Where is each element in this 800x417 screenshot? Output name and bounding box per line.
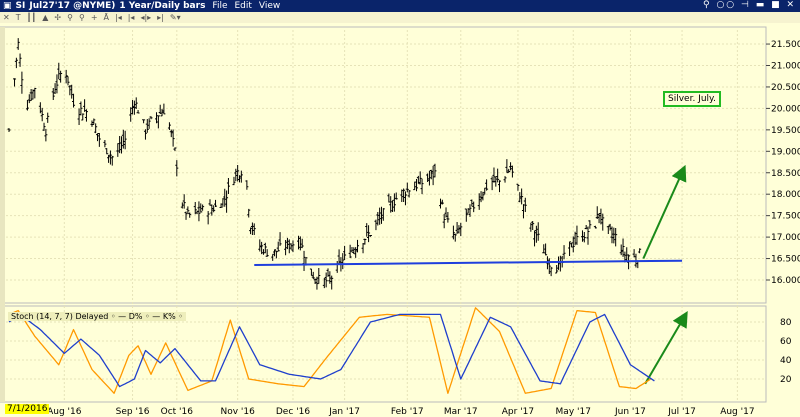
x-tick-label: Oct '16 — [161, 407, 194, 417]
x-tick-label: Nov '16 — [220, 407, 255, 417]
stoch-legend[interactable]: Stoch (14, 7, 7) Delayed ◦ — D% ◦ — K% ◦ — [8, 312, 186, 321]
x-tick-label: May '17 — [556, 407, 591, 417]
y-tick-label: 20.000 — [771, 104, 800, 114]
stoch-y-tick-label: 80 — [780, 318, 792, 328]
y-tick-label: 18.000 — [771, 190, 800, 200]
x-tick-label: Sep '16 — [116, 407, 150, 417]
x-tick-label: Aug '17 — [720, 407, 754, 417]
y-tick-label: 18.500 — [771, 169, 800, 179]
x-tick-label: Dec '16 — [276, 407, 310, 417]
y-tick-label: 17.500 — [771, 212, 800, 222]
start-date-label: 7/1/2016 — [5, 404, 50, 414]
stoch-y-tick-label: 60 — [780, 337, 792, 347]
y-tick-label: 16.000 — [771, 276, 800, 286]
y-tick-label: 21.000 — [771, 62, 800, 72]
x-tick-label: Jul '17 — [667, 407, 696, 417]
y-tick-label: 21.500 — [771, 40, 800, 50]
price-chart[interactable]: 21.500 21.000 20.500 20.000 19.500 19.000 18.5… — [0, 0, 800, 417]
x-tick-label: Jan '17 — [328, 407, 360, 417]
x-tick-label: Jun '17 — [614, 407, 646, 417]
x-tick-label: Aug '16 — [47, 407, 82, 417]
left-scrollbar — [0, 27, 5, 402]
stoch-y-tick-label: 40 — [780, 356, 792, 366]
x-tick-label: Feb '17 — [391, 407, 424, 417]
y-tick-label: 19.500 — [771, 126, 800, 136]
x-tick-label: Apr '17 — [502, 407, 534, 417]
stoch-y-tick-label: 20 — [780, 375, 792, 385]
y-tick-label: 20.500 — [771, 83, 800, 93]
y-tick-label: 17.000 — [771, 233, 800, 243]
annotation-note[interactable]: Silver. July. — [663, 91, 721, 107]
x-tick-label: Mar '17 — [444, 407, 478, 417]
y-tick-label: 19.000 — [771, 147, 800, 157]
y-tick-label: 16.500 — [771, 255, 800, 265]
